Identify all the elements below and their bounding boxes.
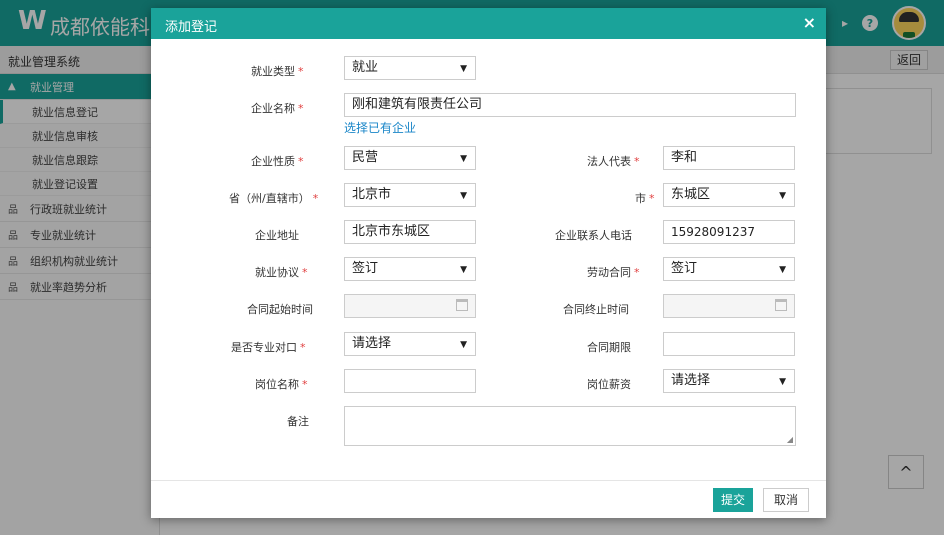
- cancel-button[interactable]: 取消: [763, 488, 809, 512]
- calendar-icon[interactable]: [456, 299, 468, 311]
- company-name-label: 企业名称 *: [251, 102, 304, 115]
- labor-contract-label: 劳动合同 *: [587, 266, 640, 279]
- city-select[interactable]: 东城区 ▼: [663, 183, 795, 207]
- legal-rep-label: 法人代表 *: [587, 155, 640, 168]
- contact-phone-label: 企业联系人电话: [555, 229, 632, 242]
- labor-contract-select[interactable]: 签订 ▼: [663, 257, 795, 281]
- city-label: 市 *: [635, 192, 655, 205]
- company-nature-label: 企业性质 *: [251, 155, 304, 168]
- select-existing-company-link[interactable]: 选择已有企业: [344, 119, 416, 136]
- resize-handle-icon[interactable]: ◢: [787, 435, 793, 444]
- chevron-down-icon: ▼: [460, 265, 467, 275]
- contract-term-input[interactable]: [663, 332, 795, 356]
- contract-end-label: 合同终止时间: [563, 303, 629, 316]
- contract-start-label: 合同起始时间: [247, 303, 313, 316]
- chevron-down-icon: ▼: [779, 191, 786, 201]
- remark-label: 备注: [287, 415, 309, 428]
- employment-agreement-select[interactable]: 签订 ▼: [344, 257, 476, 281]
- chevron-down-icon: ▼: [779, 265, 786, 275]
- contract-start-date-input[interactable]: [344, 294, 476, 318]
- chevron-down-icon: ▼: [460, 154, 467, 164]
- modal-header: 添加登记 ×: [151, 8, 826, 39]
- contract-term-label: 合同期限: [587, 341, 631, 354]
- legal-rep-input[interactable]: 李和: [663, 146, 795, 170]
- position-name-label: 岗位名称 *: [255, 378, 308, 391]
- position-salary-label: 岗位薪资: [587, 378, 631, 391]
- chevron-down-icon: ▼: [460, 340, 467, 350]
- chevron-down-icon: ▼: [460, 191, 467, 201]
- add-registration-modal: 添加登记 × 就业类型 * 就业 ▼ 企业名称 * 刚和建筑有限责任公司 选择已有企业…: [151, 8, 826, 518]
- submit-button[interactable]: 提交: [713, 488, 753, 512]
- employment-type-label: 就业类型 *: [251, 65, 304, 78]
- province-select[interactable]: 北京市 ▼: [344, 183, 476, 207]
- close-icon[interactable]: ×: [803, 13, 816, 32]
- address-label: 企业地址: [255, 229, 299, 242]
- chevron-down-icon: ▼: [779, 377, 786, 387]
- major-match-select[interactable]: 请选择 ▼: [344, 332, 476, 356]
- contact-phone-input[interactable]: 15928091237: [663, 220, 795, 244]
- contract-end-date-input[interactable]: [663, 294, 795, 318]
- modal-title: 添加登记: [165, 20, 218, 35]
- chevron-down-icon: ▼: [460, 64, 467, 74]
- employment-type-select[interactable]: 就业 ▼: [344, 56, 476, 80]
- position-salary-select[interactable]: 请选择 ▼: [663, 369, 795, 393]
- calendar-icon[interactable]: [775, 299, 787, 311]
- modal-footer: 提交 取消: [151, 480, 826, 518]
- major-match-label: 是否专业对口 *: [231, 341, 306, 354]
- province-label: 省（州/直辖市） *: [229, 192, 319, 205]
- position-name-input[interactable]: [344, 369, 476, 393]
- employment-agreement-label: 就业协议 *: [255, 266, 308, 279]
- address-input[interactable]: 北京市东城区: [344, 220, 476, 244]
- remark-textarea[interactable]: ◢: [344, 406, 796, 446]
- company-name-input[interactable]: 刚和建筑有限责任公司: [344, 93, 796, 117]
- company-nature-select[interactable]: 民营 ▼: [344, 146, 476, 170]
